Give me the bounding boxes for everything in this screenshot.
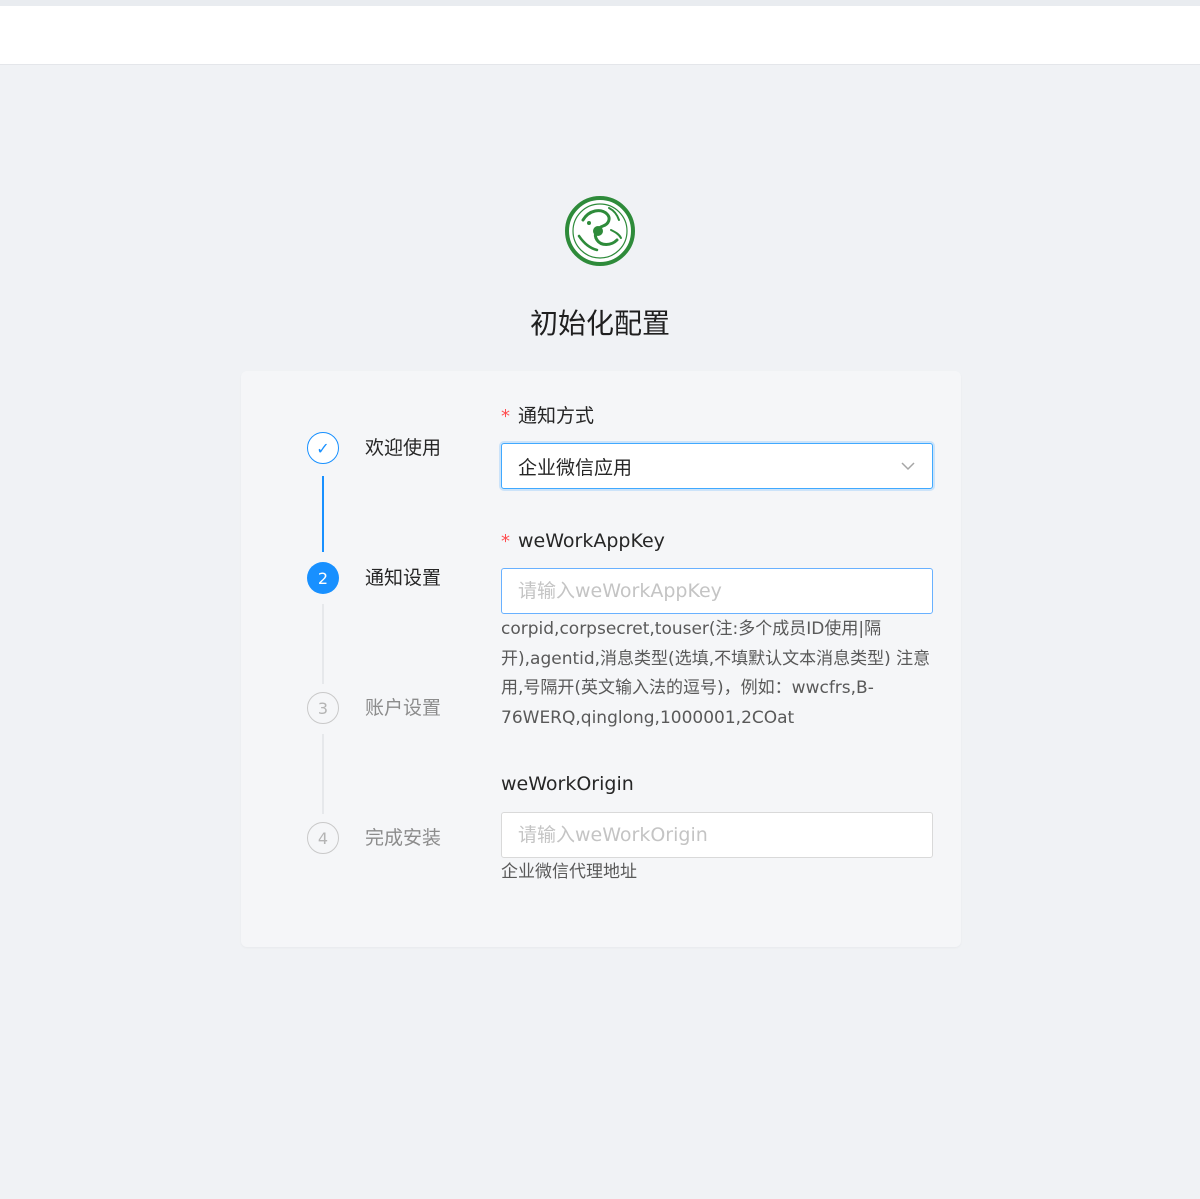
step-1-title: 欢迎使用 xyxy=(365,437,442,459)
notify-method-label-text: 通知方式 xyxy=(518,405,595,427)
chevron-down-icon xyxy=(900,458,916,474)
step-connector xyxy=(322,734,324,814)
step-3-number: 3 xyxy=(307,692,339,724)
setup-card: ✓ 欢迎使用 2 通知设置 3 账户设置 4 完成安装 * 通知方式 企业微信应用… xyxy=(241,371,961,947)
step-2-number: 2 xyxy=(307,562,339,594)
required-mark: * xyxy=(501,531,510,552)
step-connector xyxy=(322,476,324,552)
app-logo xyxy=(565,196,635,266)
required-mark: * xyxy=(501,406,510,427)
notify-method-select[interactable]: 企业微信应用 xyxy=(501,443,933,489)
app-key-label-text: weWorkAppKey xyxy=(518,530,665,552)
app-key-label: * weWorkAppKey xyxy=(501,527,665,556)
page-title: 初始化配置 xyxy=(529,307,670,340)
notify-method-label: * 通知方式 xyxy=(501,402,594,431)
app-key-help: corpid,corpsecret,touser(注:多个成员ID使用|隔开),… xyxy=(501,619,931,728)
step-1-check-icon: ✓ xyxy=(307,432,339,464)
app-key-input[interactable] xyxy=(501,568,933,614)
top-bar xyxy=(0,6,1200,65)
step-connector xyxy=(322,604,324,684)
step-4-title: 完成安装 xyxy=(365,827,442,849)
step-3-title: 账户设置 xyxy=(365,697,442,719)
origin-help: 企业微信代理地址 xyxy=(501,862,637,882)
notify-method-value: 企业微信应用 xyxy=(518,456,633,479)
origin-label: weWorkOrigin xyxy=(501,773,634,795)
step-4-number: 4 xyxy=(307,822,339,854)
origin-input[interactable] xyxy=(501,812,933,858)
step-2-title: 通知设置 xyxy=(365,567,442,589)
